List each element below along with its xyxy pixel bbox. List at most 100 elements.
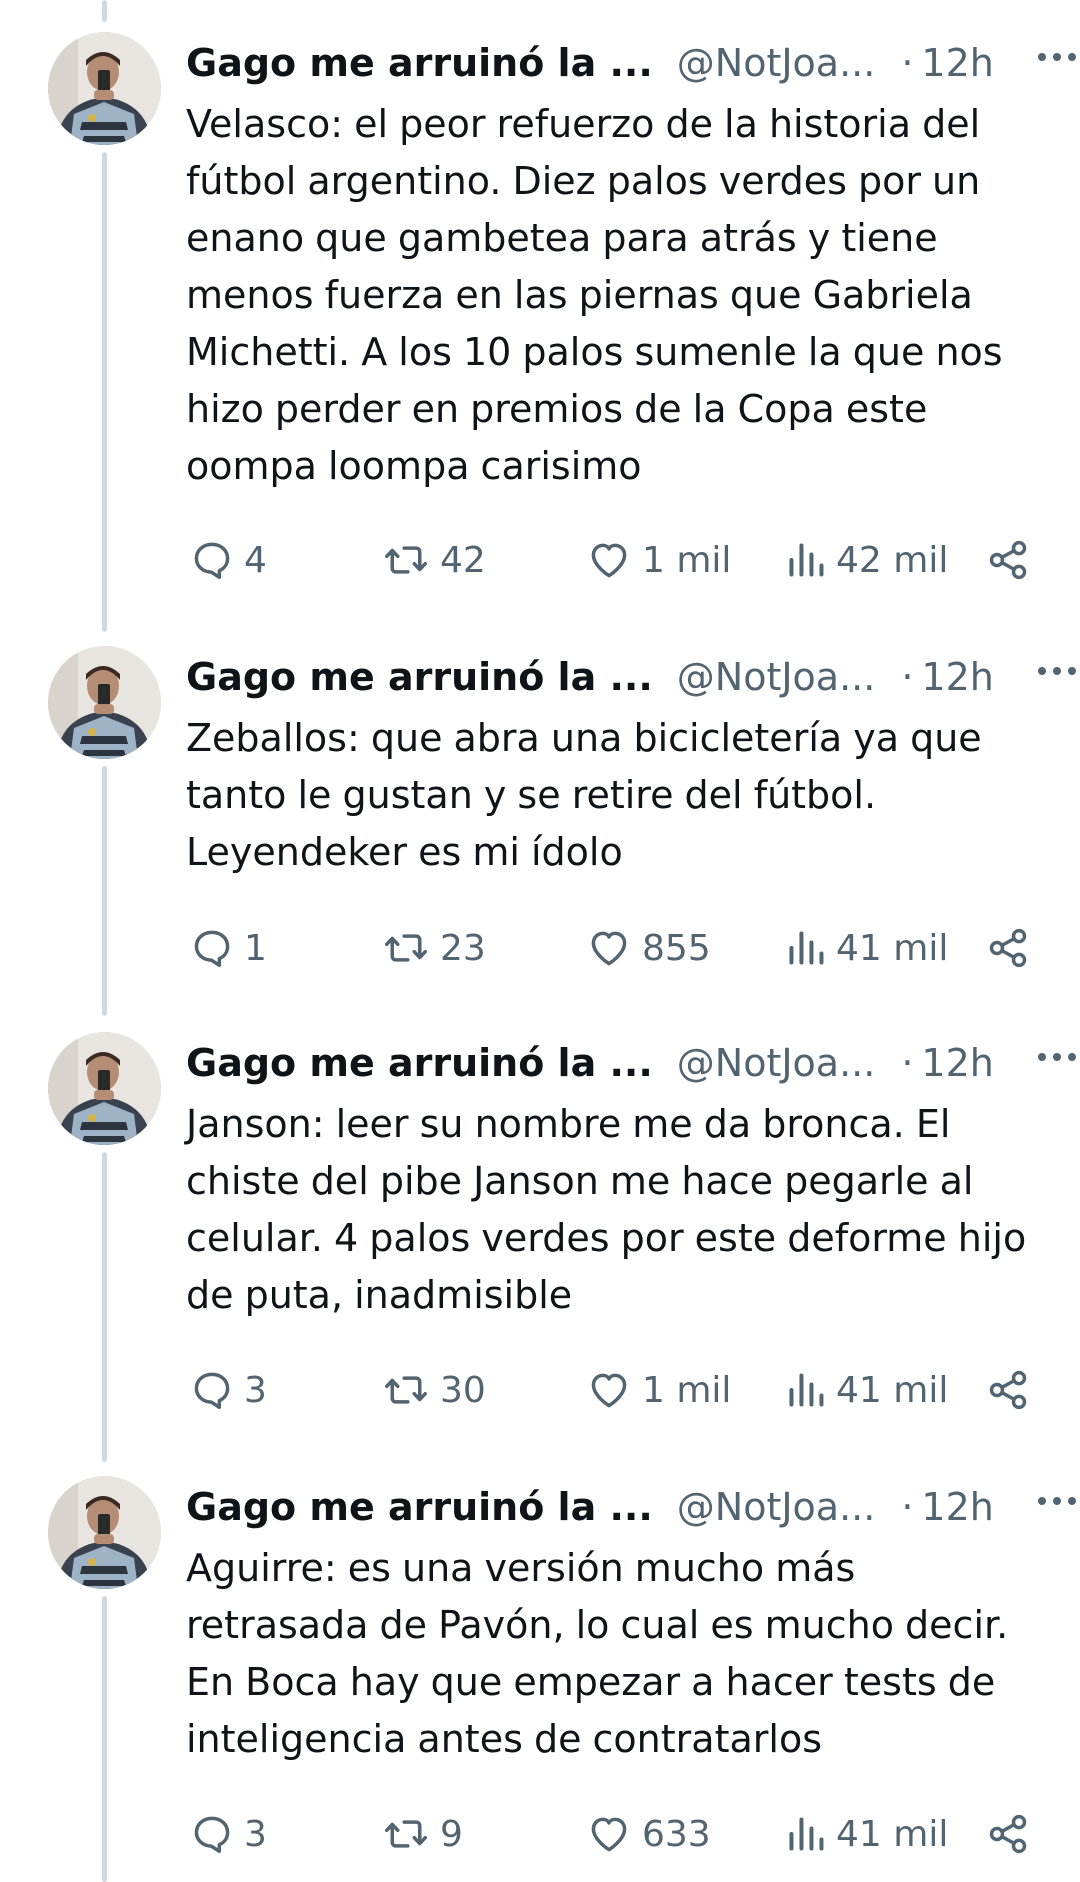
avatar[interactable]: [48, 1476, 161, 1589]
avatar-image: [48, 1032, 161, 1145]
views-count: 41 mil: [836, 1813, 949, 1855]
tweet-actions: 1 23 855 41 mil: [186, 920, 1036, 976]
separator-dot: ·: [901, 1485, 914, 1529]
author-handle[interactable]: @NotJoa...: [677, 38, 876, 88]
avatar-image: [48, 32, 161, 145]
tweet-text: Aguirre: es una versión mucho más retras…: [186, 1546, 1009, 1761]
share-button[interactable]: [986, 1362, 1030, 1418]
reply-count: 4: [244, 539, 267, 581]
retweet-button[interactable]: 42: [382, 532, 486, 588]
tweet[interactable]: Gago me arruinó la ... @NotJoa... · 12h …: [0, 646, 1080, 1006]
reply-bubble-icon: [194, 1372, 230, 1409]
tweet-actions: 4 42 1 mil 42 mil: [186, 532, 1036, 588]
views-button[interactable]: 42 mil: [786, 532, 948, 588]
retweet-icon: [385, 934, 427, 962]
reply-bubble-icon: [194, 1816, 230, 1853]
author-name[interactable]: Gago me arruinó la ...: [186, 652, 653, 702]
share-icon: [989, 928, 1027, 968]
views-count: 41 mil: [836, 1369, 949, 1411]
like-count: 855: [642, 927, 711, 969]
views-count: 41 mil: [836, 927, 949, 969]
author-handle[interactable]: @NotJoa...: [677, 1482, 876, 1532]
views-bar-chart-icon: [789, 1817, 824, 1851]
reply-count: 3: [244, 1813, 267, 1855]
tweet[interactable]: Gago me arruinó la ... @NotJoa... · 12h …: [0, 1476, 1080, 1882]
tweet-thread: Gago me arruinó la ... @NotJoa... · 12h …: [0, 0, 1080, 1882]
views-bar-chart-icon: [789, 931, 824, 965]
retweet-count: 23: [440, 927, 486, 969]
more-horizontal-icon[interactable]: [1034, 652, 1080, 690]
tweet-header: Gago me arruinó la ... @NotJoa... · 12h: [186, 1482, 1030, 1532]
timestamp[interactable]: 12h: [921, 1482, 993, 1532]
reply-bubble-icon: [194, 542, 230, 579]
tweet[interactable]: Gago me arruinó la ... @NotJoa... · 12h …: [0, 1032, 1080, 1452]
heart-icon: [591, 931, 627, 966]
tweet-header: Gago me arruinó la ... @NotJoa... · 12h: [186, 652, 1030, 702]
separator-dot: ·: [901, 1041, 914, 1085]
like-count: 1 mil: [642, 1369, 732, 1411]
avatar[interactable]: [48, 32, 161, 145]
tweet-actions: 3 9 633 41 mil: [186, 1806, 1036, 1862]
timestamp[interactable]: 12h: [921, 38, 993, 88]
more-horizontal-icon[interactable]: [1034, 38, 1080, 76]
retweet-button[interactable]: 30: [382, 1362, 486, 1418]
share-icon: [989, 1814, 1027, 1854]
thread-connector-line: [102, 0, 107, 22]
more-horizontal-icon[interactable]: [1034, 1482, 1080, 1520]
like-count: 1 mil: [642, 539, 732, 581]
reply-bubble-icon: [194, 930, 230, 967]
more-horizontal-icon[interactable]: [1034, 1038, 1080, 1076]
reply-button[interactable]: 3: [190, 1806, 267, 1862]
like-button[interactable]: 633: [586, 1806, 711, 1862]
views-button[interactable]: 41 mil: [786, 1806, 948, 1862]
tweet-text: Zeballos: que abra una bicicletería ya q…: [186, 716, 982, 874]
author-handle[interactable]: @NotJoa...: [677, 652, 876, 702]
author-name[interactable]: Gago me arruinó la ...: [186, 1038, 653, 1088]
retweet-count: 42: [440, 539, 486, 581]
avatar[interactable]: [48, 1032, 161, 1145]
heart-icon: [591, 1373, 627, 1408]
like-button[interactable]: 1 mil: [586, 1362, 731, 1418]
tweet-header: Gago me arruinó la ... @NotJoa... · 12h: [186, 38, 1030, 88]
views-bar-chart-icon: [789, 1373, 824, 1407]
timestamp[interactable]: 12h: [921, 652, 993, 702]
reply-count: 3: [244, 1369, 267, 1411]
author-name[interactable]: Gago me arruinó la ...: [186, 38, 653, 88]
retweet-icon: [385, 1376, 427, 1404]
author-handle[interactable]: @NotJoa...: [677, 1038, 876, 1088]
heart-icon: [591, 1817, 627, 1852]
timestamp[interactable]: 12h: [921, 1038, 993, 1088]
tweet-actions: 3 30 1 mil 41 mil: [186, 1362, 1036, 1418]
tweet-header: Gago me arruinó la ... @NotJoa... · 12h: [186, 1038, 1030, 1088]
tweet-text: Janson: leer su nombre me da bronca. El …: [186, 1102, 1027, 1317]
heart-icon: [591, 543, 627, 578]
retweet-count: 9: [440, 1813, 463, 1855]
tweet-text: Velasco: el peor refuerzo de la historia…: [186, 102, 1003, 488]
like-button[interactable]: 855: [586, 920, 711, 976]
avatar-image: [48, 646, 161, 759]
avatar[interactable]: [48, 646, 161, 759]
share-button[interactable]: [986, 532, 1030, 588]
author-name[interactable]: Gago me arruinó la ...: [186, 1482, 653, 1532]
reply-count: 1: [244, 927, 267, 969]
share-button[interactable]: [986, 1806, 1030, 1862]
avatar-image: [48, 1476, 161, 1589]
retweet-button[interactable]: 9: [382, 1806, 463, 1862]
tweet[interactable]: Gago me arruinó la ... @NotJoa... · 12h …: [0, 32, 1080, 622]
retweet-icon: [385, 1820, 427, 1848]
share-icon: [989, 1370, 1027, 1410]
share-icon: [989, 540, 1027, 580]
retweet-button[interactable]: 23: [382, 920, 486, 976]
retweet-icon: [385, 546, 427, 574]
separator-dot: ·: [901, 655, 914, 699]
like-button[interactable]: 1 mil: [586, 532, 731, 588]
retweet-count: 30: [440, 1369, 486, 1411]
views-button[interactable]: 41 mil: [786, 1362, 948, 1418]
reply-button[interactable]: 4: [190, 532, 267, 588]
reply-button[interactable]: 3: [190, 1362, 267, 1418]
like-count: 633: [642, 1813, 711, 1855]
share-button[interactable]: [986, 920, 1030, 976]
reply-button[interactable]: 1: [190, 920, 267, 976]
views-button[interactable]: 41 mil: [786, 920, 948, 976]
separator-dot: ·: [901, 41, 914, 85]
